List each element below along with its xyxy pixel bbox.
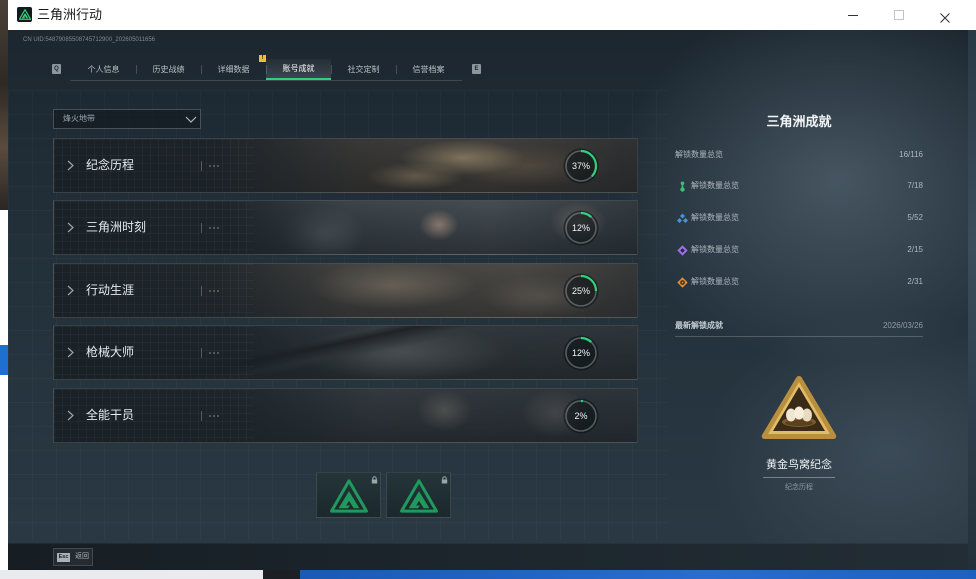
tab-personal-info[interactable]: 个人信息 xyxy=(71,59,136,80)
category-row-operations-career[interactable]: 行动生涯 25% xyxy=(53,263,638,318)
next-tab-key[interactable]: E xyxy=(472,64,481,74)
tab-achievements[interactable]: 账号成就 xyxy=(266,59,331,80)
tier-label: 解锁数量总览 xyxy=(691,181,739,190)
tab-bar-underline xyxy=(70,80,462,81)
row-divider xyxy=(201,348,202,358)
tab-social-customization[interactable]: 社交定制 xyxy=(331,59,396,80)
progress-percent: 25% xyxy=(571,286,590,296)
orange-tier-icon xyxy=(677,276,688,288)
achievements-panel-title: 三角洲成就 xyxy=(766,114,832,129)
lock-icon xyxy=(371,476,378,484)
progress-percent: 2% xyxy=(574,411,588,421)
desktop-icon-fragment xyxy=(0,345,8,375)
tab-match-history[interactable]: 历史战绩 xyxy=(136,59,201,80)
row-dots xyxy=(208,352,220,354)
close-icon xyxy=(940,10,950,23)
tier-value: 2/31 xyxy=(907,277,923,286)
delta-force-logo-icon xyxy=(330,479,368,513)
mode-dropdown-value: 烽火地带 xyxy=(63,114,95,123)
category-row-memorial[interactable]: 纪念历程 37% xyxy=(53,138,638,193)
chevron-right-icon xyxy=(67,222,74,233)
tier-label: 解锁数量总览 xyxy=(691,245,739,254)
progress-percent: 12% xyxy=(571,223,590,233)
achievement-name-underline xyxy=(763,477,835,478)
row-divider xyxy=(201,161,202,171)
category-row-delta-moments[interactable]: 三角洲时刻 12% xyxy=(53,200,638,255)
chevron-right-icon xyxy=(67,160,74,171)
back-button[interactable]: Esc 返回 xyxy=(53,548,93,566)
window-title: 三角洲行动 xyxy=(37,7,103,22)
latest-unlock-header: 最新解锁成就 2026/03/26 xyxy=(675,320,923,332)
tier-label: 解锁数量总览 xyxy=(691,213,739,222)
tier-value: 2/15 xyxy=(907,245,923,254)
chevron-right-icon xyxy=(67,285,74,296)
tier-value: 7/18 xyxy=(907,181,923,190)
latest-unlock-date: 2026/03/26 xyxy=(882,321,923,330)
row-dots xyxy=(208,415,220,417)
section-divider xyxy=(675,336,923,337)
tier-label: 解锁数量总览 xyxy=(691,277,739,286)
chevron-right-icon xyxy=(67,410,74,421)
taskbar-segment xyxy=(263,570,300,579)
tab-detailed-data[interactable]: 详细数据 xyxy=(201,59,266,80)
category-row-all-round-operator[interactable]: 全能干员 2% xyxy=(53,388,638,443)
unlock-total-row: 解锁数量总览 16/116 xyxy=(675,149,923,161)
prev-tab-key[interactable]: Q xyxy=(52,64,61,74)
tier-row-orange: 解锁数量总览 2/31 xyxy=(675,276,923,288)
tier-row-purple: 解锁数量总览 2/15 xyxy=(675,244,923,256)
minimize-button[interactable] xyxy=(830,0,876,30)
lock-icon xyxy=(441,476,448,484)
row-dots xyxy=(208,227,220,229)
title-bar[interactable]: 三角洲行动 xyxy=(8,0,968,30)
desktop-background-right xyxy=(968,30,976,570)
category-label: 行动生涯 xyxy=(86,283,135,297)
row-divider xyxy=(201,223,202,233)
mode-dropdown[interactable]: 烽火地带 xyxy=(53,109,201,129)
locked-achievement-slot[interactable] xyxy=(386,472,451,518)
progress-percent: 12% xyxy=(571,348,590,358)
unlock-total-value: 16/116 xyxy=(899,150,923,159)
unlock-total-label: 解锁数量总览 xyxy=(675,150,723,159)
tier-value: 5/52 xyxy=(907,213,923,222)
minimize-icon xyxy=(848,10,858,20)
tier-row-green: 解锁数量总览 7/18 xyxy=(675,180,923,192)
back-label: 返回 xyxy=(75,553,89,560)
desktop-background xyxy=(0,0,8,210)
latest-achievement-name: 黄金鸟窝纪念 xyxy=(766,459,832,471)
maximize-button[interactable] xyxy=(876,0,922,30)
progress-percent: 37% xyxy=(571,161,590,171)
purple-tier-icon xyxy=(677,244,688,256)
delta-force-logo-icon xyxy=(400,479,438,513)
tab-notification-badge: ! xyxy=(259,55,266,62)
category-label: 全能干员 xyxy=(86,408,135,422)
maximize-icon xyxy=(894,10,904,20)
esc-key-hint: Esc xyxy=(57,553,70,562)
tab-reputation[interactable]: 信誉档案 xyxy=(396,59,461,80)
chevron-right-icon xyxy=(67,347,74,358)
delta-force-logo-icon xyxy=(17,7,32,22)
row-divider xyxy=(201,411,202,421)
category-row-weapon-master[interactable]: 枪械大师 12% xyxy=(53,325,638,380)
close-button[interactable] xyxy=(922,0,968,30)
tab-bar: 个人信息 历史战绩 详细数据 账号成就 社交定制 信誉档案 xyxy=(71,59,461,80)
row-dots xyxy=(208,290,220,292)
blue-tier-icon xyxy=(677,213,688,223)
app-window: 三角洲行动 CN UID:54879085508745712900_202605… xyxy=(8,0,968,570)
chevron-down-icon xyxy=(185,116,197,123)
taskbar xyxy=(300,570,976,579)
category-label: 三角洲时刻 xyxy=(86,220,147,234)
latest-achievement-category: 纪念历程 xyxy=(785,484,813,491)
taskbar-segment xyxy=(0,570,263,579)
footer-bar xyxy=(8,543,968,570)
green-tier-icon xyxy=(680,181,685,192)
tier-row-blue: 解锁数量总览 5/52 xyxy=(675,212,923,224)
row-divider xyxy=(201,286,202,296)
locked-achievement-slot[interactable] xyxy=(316,472,381,518)
uid-label: CN UID:54879085508745712900_202605011656 xyxy=(23,37,156,43)
latest-unlock-label: 最新解锁成就 xyxy=(675,321,723,330)
category-label: 枪械大师 xyxy=(86,345,135,359)
row-dots xyxy=(208,165,220,167)
golden-nest-badge-icon[interactable] xyxy=(759,373,839,443)
category-label: 纪念历程 xyxy=(86,158,135,172)
